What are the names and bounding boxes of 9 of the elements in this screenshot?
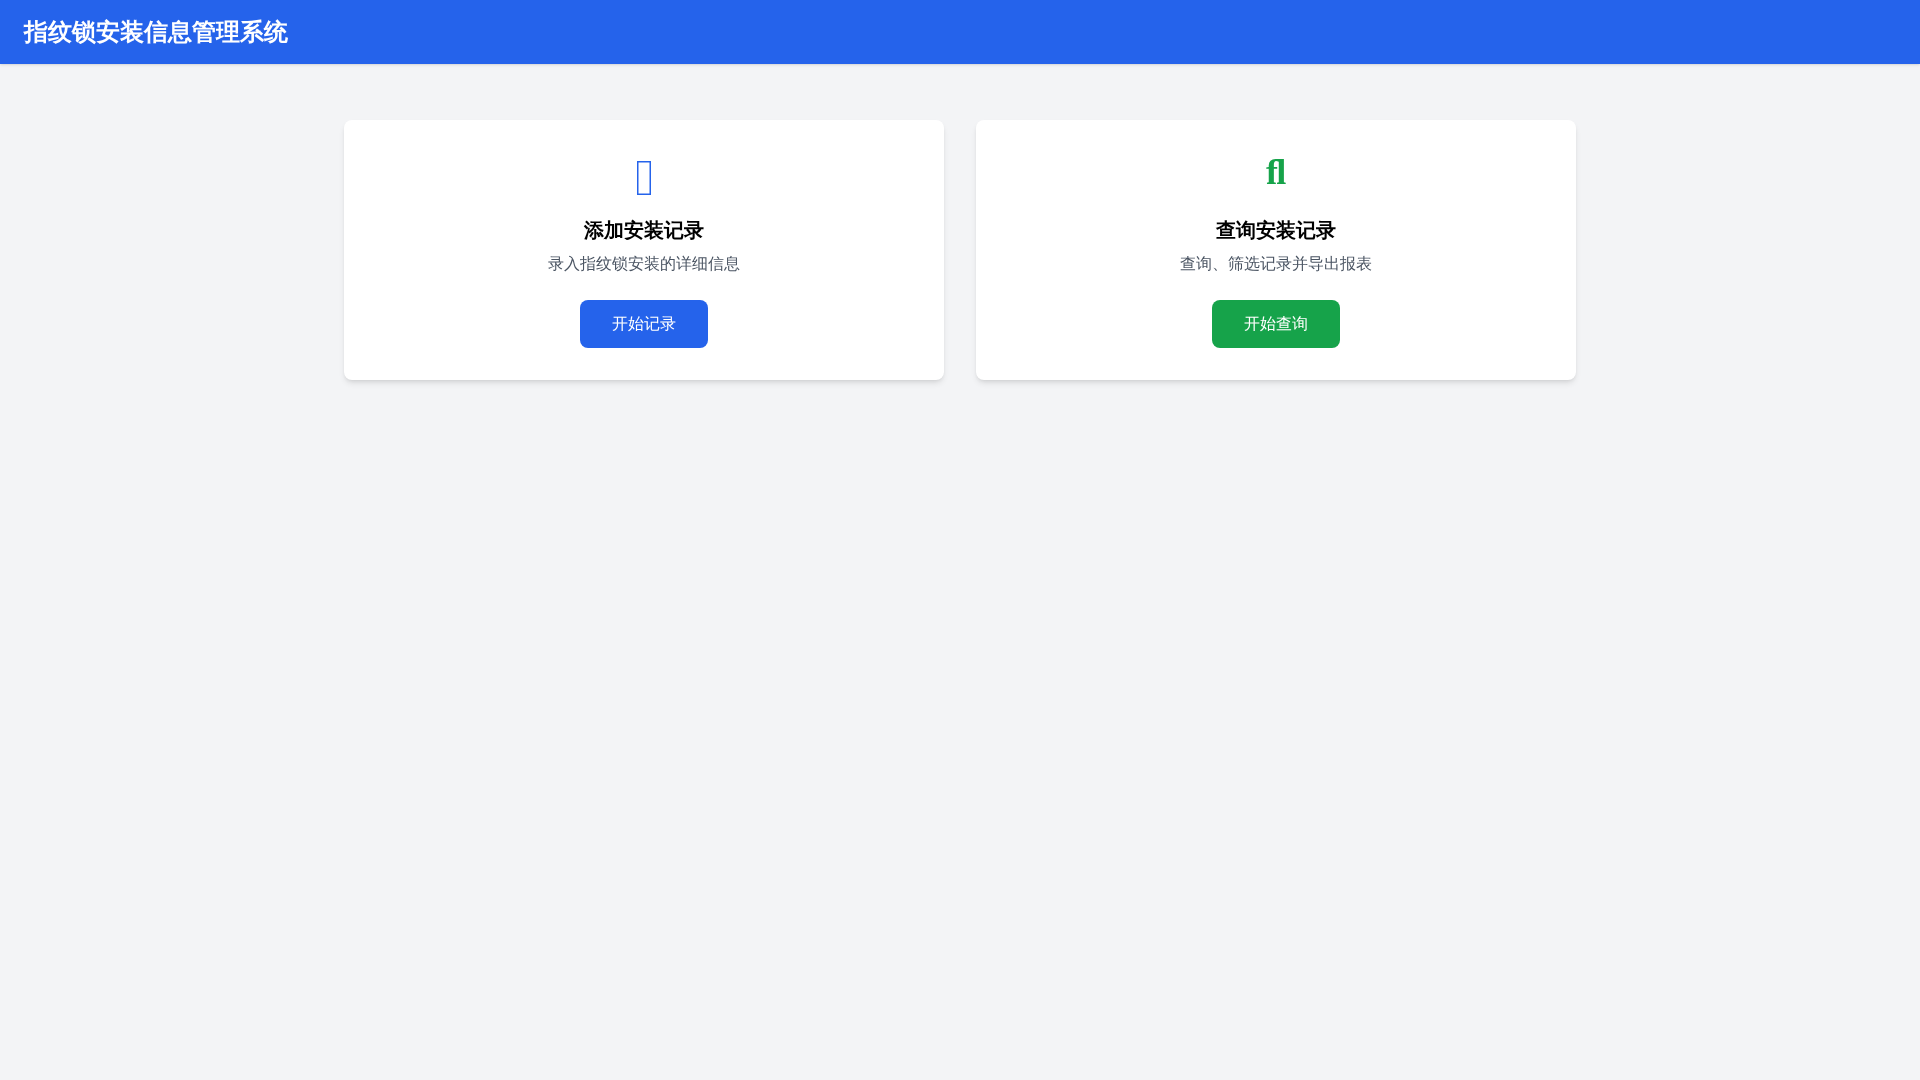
card-title: 添加安装记录 <box>584 218 704 243</box>
start-button[interactable]: 开始查询 <box>1212 300 1340 348</box>
card-description: 录入指纹锁安装的详细信息 <box>548 254 740 274</box>
empty-rectangle-icon <box>637 161 651 195</box>
fl-glyph-icon: ﬂ <box>1266 152 1286 192</box>
start-button[interactable]: 开始记录 <box>580 300 708 348</box>
card-description: 查询、筛选记录并导出报表 <box>1180 254 1372 274</box>
app-title: 指纹锁安装信息管理系统 <box>24 17 288 47</box>
card-title: 查询安装记录 <box>1216 218 1336 243</box>
